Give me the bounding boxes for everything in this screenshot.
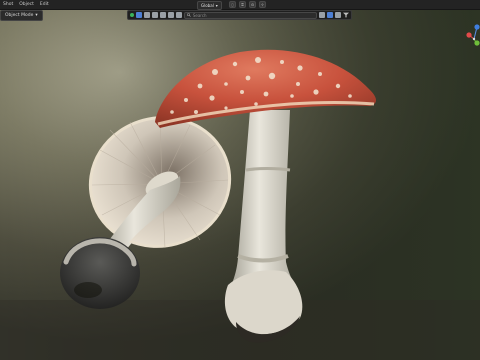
chevron-down-icon: ▾ (35, 13, 38, 18)
move-icon[interactable] (144, 12, 150, 18)
camera-icon[interactable] (327, 12, 333, 18)
search-input[interactable] (192, 12, 314, 18)
status-dot-icon (130, 13, 134, 17)
menu-shot[interactable]: Shot (0, 0, 16, 9)
scene-render (0, 0, 480, 360)
pivot-icon[interactable]: ⊹ (259, 1, 266, 8)
select-box-icon[interactable] (136, 12, 142, 18)
menu-edit[interactable]: Edit (37, 0, 52, 9)
viewport-header (127, 10, 352, 20)
proportional-edit-icon[interactable]: ⊙ (249, 1, 256, 8)
top-tools: ◌ ⌗ ⊙ ⊹ (229, 1, 266, 8)
search-field[interactable] (184, 11, 317, 19)
rotate-icon[interactable] (152, 12, 158, 18)
mode-dropdown[interactable]: Object Mode ▾ (0, 10, 43, 21)
chevron-down-icon: ▾ (215, 3, 218, 8)
snap-icon[interactable]: ⌗ (239, 1, 246, 8)
shading-label: Global (201, 3, 214, 8)
transform-icon[interactable] (168, 12, 174, 18)
navigation-gizmo-icon[interactable] (466, 22, 480, 48)
mode-label: Object Mode (5, 13, 34, 18)
magnifier-icon (187, 13, 191, 17)
shading-dropdown[interactable]: Global ▾ (197, 1, 222, 10)
view-icon[interactable] (319, 12, 325, 18)
display-icon[interactable] (335, 12, 341, 18)
funnel-icon[interactable] (343, 12, 349, 18)
annotate-icon[interactable] (176, 12, 182, 18)
scale-icon[interactable] (160, 12, 166, 18)
menu-bar: Shot Object Edit Global ▾ ◌ ⌗ ⊙ ⊹ (0, 0, 480, 10)
3d-viewport[interactable]: Shot Object Edit Global ▾ ◌ ⌗ ⊙ ⊹ Object… (0, 0, 480, 360)
menu-object[interactable]: Object (16, 0, 37, 9)
overlay-toggle-icon[interactable]: ◌ (229, 1, 236, 8)
